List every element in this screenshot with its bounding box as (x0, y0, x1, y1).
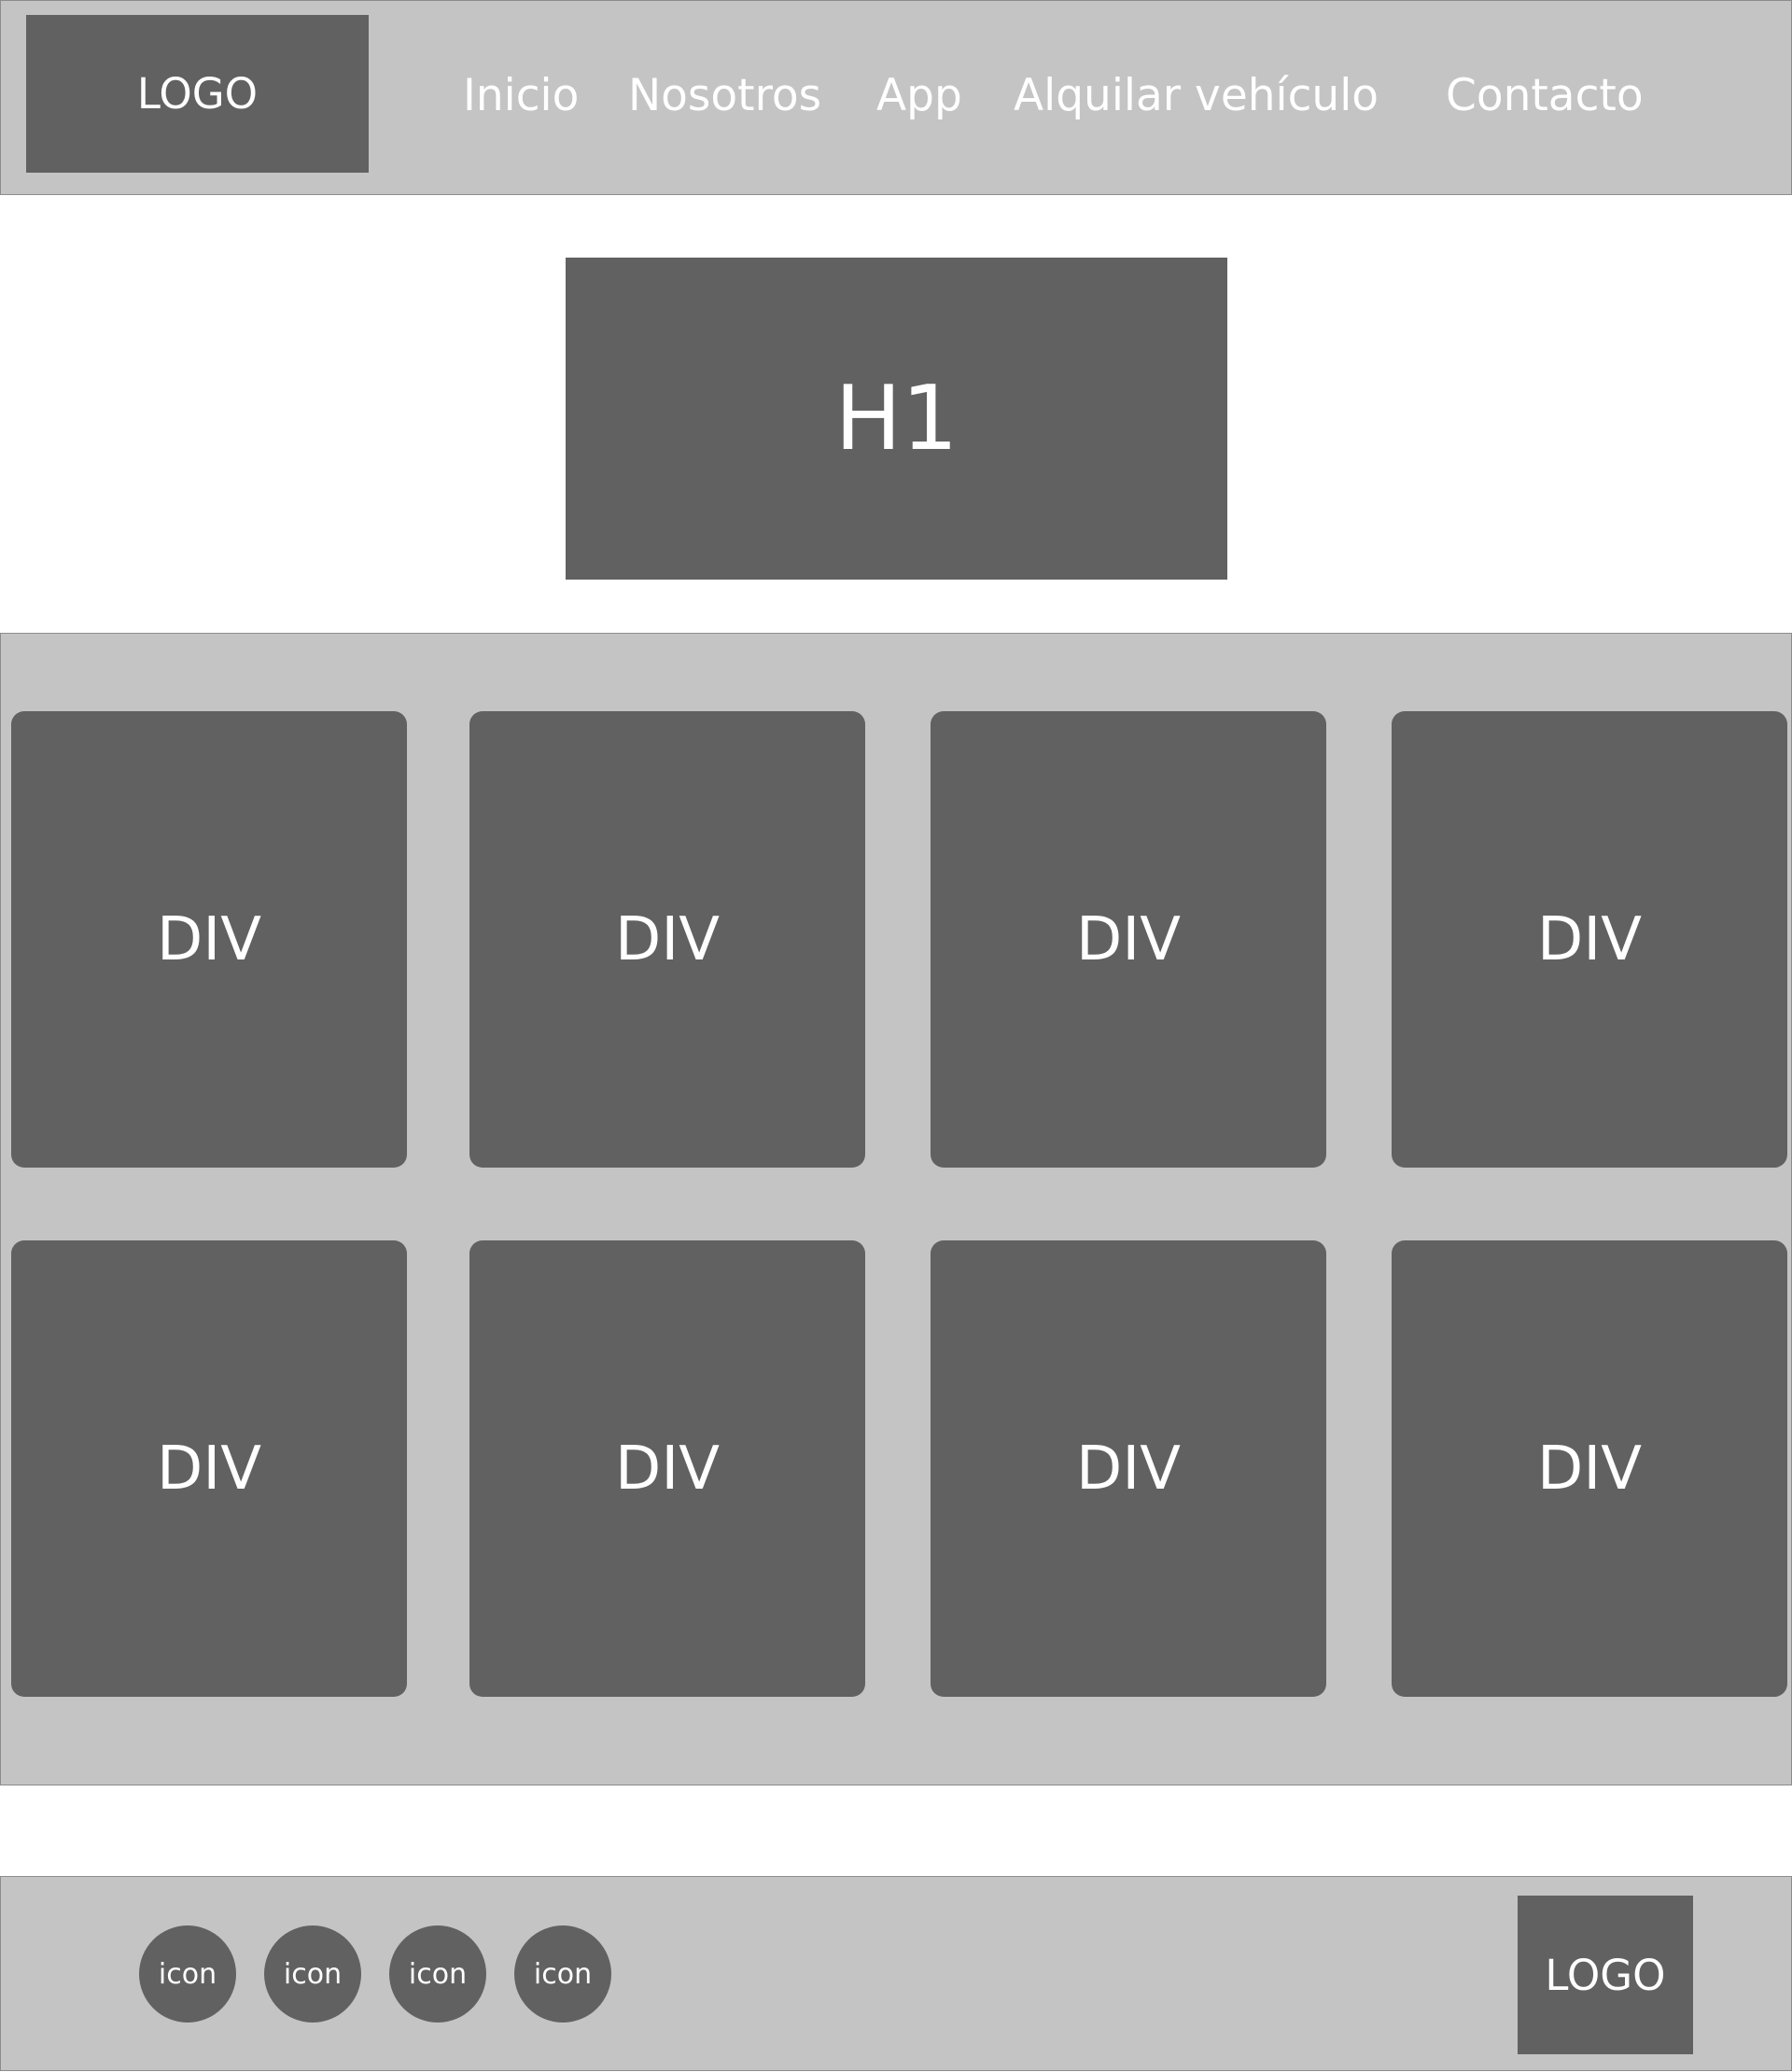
nav-item-inicio[interactable]: Inicio (463, 68, 579, 124)
grid-card[interactable]: DIV (469, 711, 865, 1168)
social-icon[interactable]: icon (389, 1925, 486, 2023)
site-header: LOGO Inicio Nosotros App Alquilar vehícu… (0, 0, 1792, 195)
site-footer: icon icon icon icon LOGO (0, 1876, 1792, 2071)
grid-card[interactable]: DIV (931, 1240, 1326, 1697)
grid-card[interactable]: DIV (1392, 711, 1787, 1168)
content-grid: DIV DIV DIV DIV DIV DIV DIV DIV (0, 633, 1792, 1785)
hero-title: H1 (566, 258, 1227, 580)
grid-card[interactable]: DIV (469, 1240, 865, 1697)
main-nav: Inicio Nosotros App Alquilar vehículo Co… (1, 68, 1791, 124)
nav-item-nosotros[interactable]: Nosotros (628, 68, 821, 124)
grid-card[interactable]: DIV (11, 1240, 407, 1697)
footer-logo[interactable]: LOGO (1518, 1896, 1693, 2054)
grid-card[interactable]: DIV (931, 711, 1326, 1168)
grid-card[interactable]: DIV (1392, 1240, 1787, 1697)
social-icon[interactable]: icon (514, 1925, 611, 2023)
social-icon[interactable]: icon (264, 1925, 361, 2023)
nav-item-alquilar-vehiculo[interactable]: Alquilar vehículo (1014, 68, 1379, 124)
social-icon[interactable]: icon (139, 1925, 236, 2023)
nav-item-app[interactable]: App (876, 68, 962, 124)
grid-card[interactable]: DIV (11, 711, 407, 1168)
nav-item-contacto[interactable]: Contacto (1446, 68, 1644, 124)
